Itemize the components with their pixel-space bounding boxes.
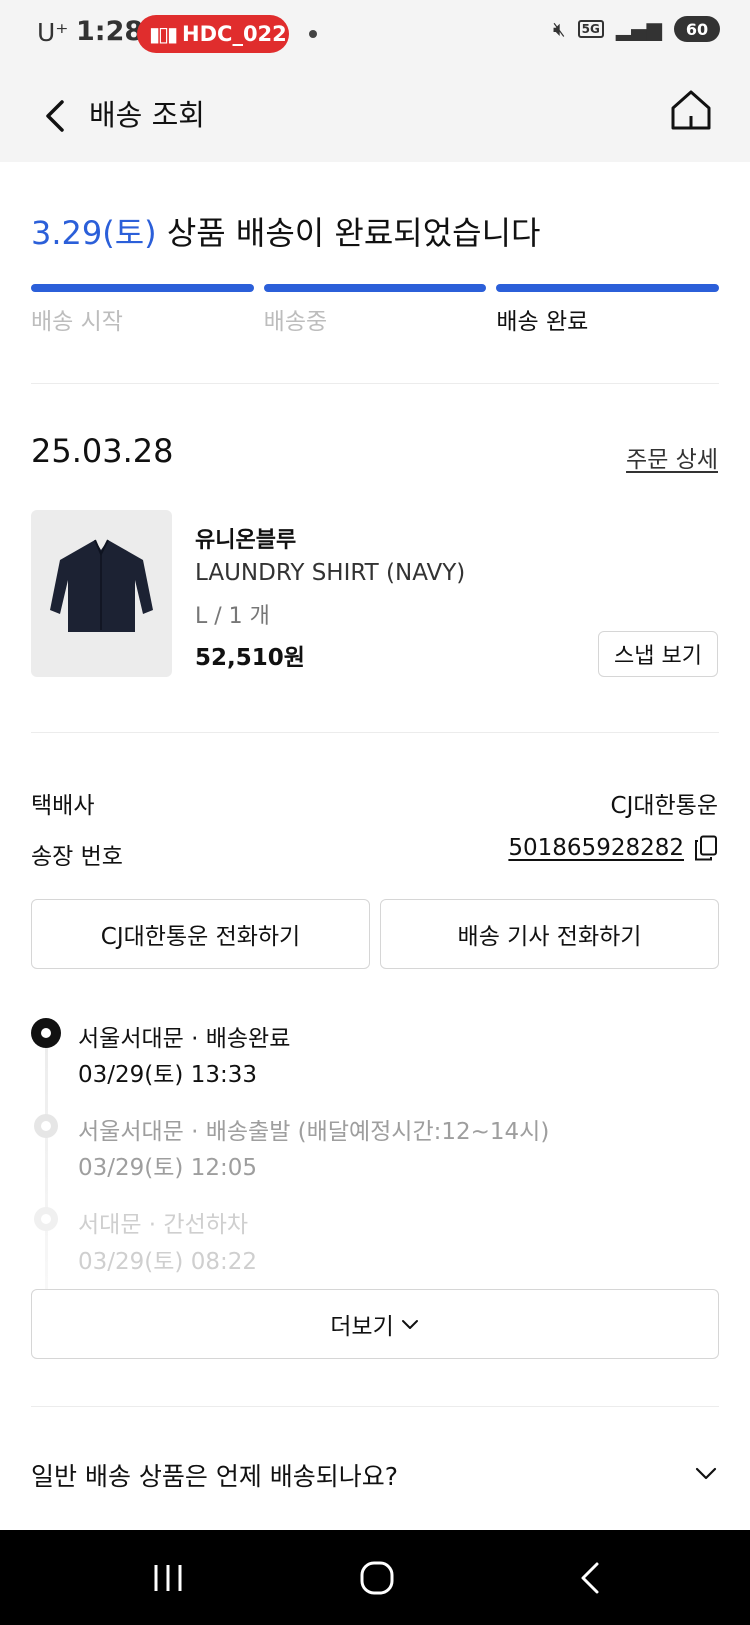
call-driver-button[interactable]: 배송 기사 전화하기 (380, 899, 719, 969)
mute-icon: 🔇︎ (553, 17, 566, 41)
recording-label: HDC_022 (182, 22, 287, 46)
chevron-left-icon (46, 100, 64, 132)
progress-segment (31, 284, 254, 292)
divider (31, 732, 719, 733)
delivery-date: 3.29(토) (31, 214, 157, 252)
timeline-node (34, 1207, 58, 1231)
notification-dot (309, 30, 317, 38)
back-button[interactable] (38, 92, 78, 140)
progress-segment (263, 284, 487, 292)
courier-value: CJ대한통운 (610, 793, 718, 819)
copy-icon[interactable] (694, 835, 718, 861)
app-header: 배송 조회 (0, 70, 750, 162)
back-nav-button[interactable] (566, 1556, 614, 1600)
step-label-active: 배송 완료 (496, 309, 589, 335)
product-price: 52,510원 (195, 645, 305, 671)
battery-icon: 60 (674, 16, 720, 42)
show-more-button[interactable]: 더보기 (31, 1289, 719, 1359)
signal-icon: ▂▄▆ (615, 17, 662, 41)
page-title: 배송 조회 (89, 98, 205, 132)
audio-wave-icon: ▮▯▮ (149, 22, 178, 46)
order-detail-link[interactable]: 주문 상세 (626, 440, 718, 474)
carrier-label: U⁺ (37, 18, 69, 47)
timeline-line (45, 1040, 48, 1290)
delivery-status-title: 3.29(토) 상품 배송이 완료되었습니다 (31, 208, 540, 254)
recording-indicator[interactable]: ▮▯▮ HDC_022 (137, 15, 289, 53)
tracking-number-row[interactable]: 501865928282 (508, 835, 718, 861)
product-option: L / 1 개 (195, 604, 270, 629)
order-date: 25.03.28 (31, 432, 174, 470)
timeline-event-time: 03/29(토) 13:33 (78, 1062, 257, 1088)
timeline-event-time: 03/29(토) 08:22 (78, 1249, 257, 1275)
show-more-label: 더보기 (330, 1314, 394, 1340)
status-time: 1:28 (76, 16, 144, 47)
shirt-image (50, 539, 153, 632)
courier-label: 택배사 (31, 793, 95, 819)
tracking-number[interactable]: 501865928282 (508, 835, 684, 861)
recent-apps-icon (154, 1565, 182, 1591)
status-icons: 🔇︎ 5G ▂▄▆ 60 (553, 16, 750, 42)
recent-apps-button[interactable] (144, 1556, 192, 1600)
product-image[interactable] (31, 510, 172, 677)
home-button[interactable] (669, 88, 713, 132)
home-icon (671, 90, 711, 130)
timeline-node (34, 1114, 58, 1138)
system-nav-bar (0, 1530, 750, 1625)
faq-question[interactable]: 일반 배송 상품은 언제 배송되나요? (31, 1457, 398, 1493)
timeline-event-title: 서울서대문 · 배송완료 (78, 1026, 291, 1052)
delivery-progress-bar (31, 284, 720, 292)
product-brand: 유니온블루 (195, 528, 297, 553)
tracking-label: 송장 번호 (31, 844, 123, 870)
timeline-event-title: 서대문 · 간선하차 (78, 1212, 249, 1238)
home-nav-button[interactable] (353, 1556, 401, 1600)
snap-view-button[interactable]: 스냅 보기 (598, 631, 718, 677)
delivery-message: 상품 배송이 완료되었습니다 (156, 214, 541, 252)
divider (31, 383, 719, 384)
delivery-steps: 배송 시작 배송중 배송 완료 (31, 302, 719, 336)
step-label: 배송중 (263, 309, 328, 335)
timeline-node-current (31, 1018, 61, 1048)
product-name: LAUNDRY SHIRT (NAVY) (195, 560, 466, 586)
home-circle-icon (360, 1561, 394, 1595)
progress-segment (496, 284, 720, 292)
timeline-event-time: 03/29(토) 12:05 (78, 1155, 257, 1181)
timeline-event-title: 서울서대문 · 배송출발 (배달예정시간:12~14시) (78, 1119, 550, 1145)
chevron-down-icon (401, 1320, 418, 1329)
call-courier-button[interactable]: CJ대한통운 전화하기 (31, 899, 370, 969)
status-bar: U⁺ 1:28 ▮▯▮ HDC_022 🔇︎ 5G ▂▄▆ 60 (0, 0, 750, 70)
network-type-icon: 5G (577, 20, 604, 38)
back-icon (581, 1562, 599, 1594)
step-label: 배송 시작 (31, 309, 123, 335)
divider (31, 1406, 719, 1407)
chevron-down-icon[interactable] (693, 1461, 719, 1487)
